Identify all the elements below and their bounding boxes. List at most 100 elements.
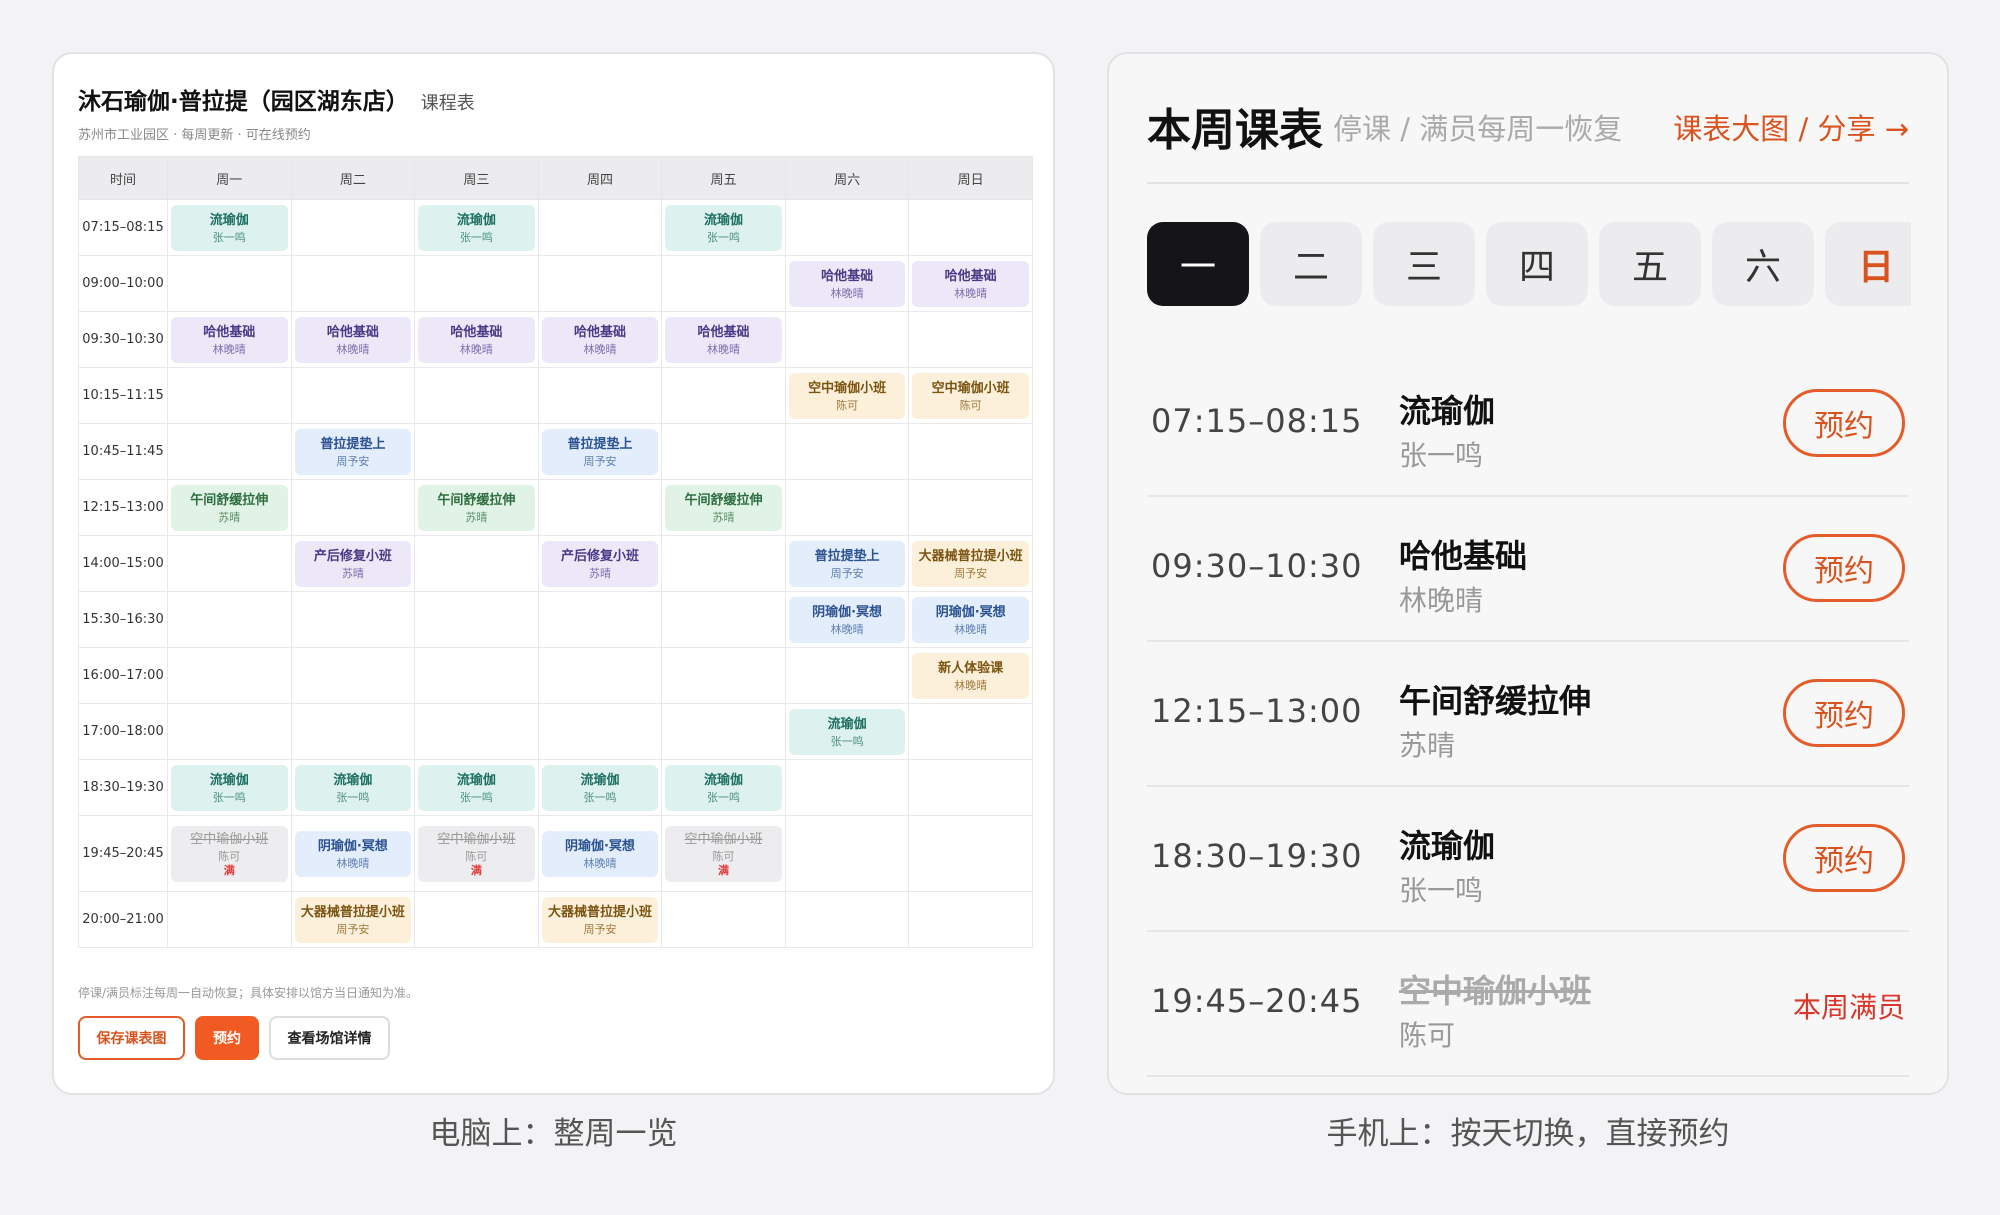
class-card-full[interactable]: 空中瑜伽小班 陈可满 [171,825,288,882]
class-name: 阴瑜伽·冥想 [935,604,1006,620]
schedule-cell: 空中瑜伽小班 陈可 [908,367,1033,424]
time-slot-label: 12:15–13:00 [78,479,168,536]
schedule-cell [167,423,292,480]
class-card[interactable]: 阴瑜伽·冥想 林晚晴 [788,596,906,643]
class-card[interactable]: 阴瑜伽·冥想 林晚晴 [294,830,412,877]
class-card[interactable]: 流瑜伽 张一鸣 [665,764,782,811]
class-card[interactable]: 哈他基础 林晚晴 [418,316,535,363]
tab-day[interactable]: 日 [1825,222,1911,306]
tab-day[interactable]: 六 [1712,222,1814,306]
class-card[interactable]: 流瑜伽 张一鸣 [171,204,288,251]
book-button[interactable]: 预约 [195,1016,259,1060]
schedule-cell [661,703,786,760]
view-venue-details-button[interactable]: 查看场馆详情 [269,1016,390,1060]
schedule-cell: 产后修复小班 苏晴 [537,535,663,592]
class-card[interactable]: 大器械普拉提小班 周予安 [294,896,412,943]
class-list-item: 12:15–13:00 午间舒缓拉伸 苏晴 预约 [1147,642,1909,787]
class-teacher: 林晚晴 [336,856,370,870]
class-teacher: 周予安 [583,454,617,468]
column-header-day: 周四 [537,156,663,200]
schedule-cell [414,703,539,760]
class-card[interactable]: 哈他基础 林晚晴 [665,316,782,363]
class-card[interactable]: 哈他基础 林晚晴 [788,260,906,307]
share-schedule-link[interactable]: 课表大图 / 分享 → [1673,106,1909,148]
class-card[interactable]: 普拉提垫上 周予安 [788,540,906,587]
book-button[interactable]: 预约 [1783,824,1905,892]
class-name: 阴瑜伽·冥想 [317,838,388,854]
tab-day[interactable]: 二 [1260,222,1362,306]
schedule-cell: 空中瑜伽小班 陈可 [784,367,910,424]
class-card[interactable]: 哈他基础 林晚晴 [912,260,1029,307]
class-card[interactable]: 流瑜伽 张一鸣 [418,204,535,251]
class-card[interactable]: 流瑜伽 张一鸣 [294,764,412,811]
class-card[interactable]: 哈他基础 林晚晴 [294,316,412,363]
class-card-full[interactable]: 空中瑜伽小班 陈可满 [665,825,782,882]
class-card[interactable]: 大器械普拉提小班 周予安 [541,896,659,943]
schedule-cell: 流瑜伽 张一鸣 [661,759,786,816]
schedule-row: 12:15–13:00 午间舒缓拉伸 苏晴 午间舒缓拉伸 苏晴 午间舒缓拉伸 苏晴 [78,479,1033,536]
class-list-item: 07:15–08:15 流瑜伽 张一鸣 预约 [1147,352,1909,497]
full-badge: 满 [718,863,730,877]
class-card[interactable]: 流瑜伽 张一鸣 [171,764,288,811]
class-card[interactable]: 普拉提垫上 周予安 [541,428,659,475]
class-card[interactable]: 哈他基础 林晚晴 [171,316,288,363]
class-name: 午间舒缓拉伸 [190,492,269,508]
class-card[interactable]: 产后修复小班 苏晴 [294,540,412,587]
class-card[interactable]: 午间舒缓拉伸 苏晴 [171,484,288,531]
time-slot-label: 09:00–10:00 [78,255,168,312]
class-card[interactable]: 新人体验课 林晚晴 [912,652,1029,699]
schedule-cell [784,759,910,816]
class-card[interactable]: 空中瑜伽小班 陈可 [912,372,1029,419]
schedule-cell: 阴瑜伽·冥想 林晚晴 [784,591,910,648]
book-button[interactable]: 预约 [1783,389,1905,457]
class-card[interactable]: 流瑜伽 张一鸣 [788,708,906,755]
class-name: 流瑜伽 [209,212,249,228]
class-name: 大器械普拉提小班 [300,904,405,920]
time-slot-label: 09:30–10:30 [78,311,168,368]
schedule-cell: 大器械普拉提小班 周予安 [290,891,416,948]
tab-day[interactable]: 五 [1599,222,1701,306]
class-card[interactable]: 阴瑜伽·冥想 林晚晴 [912,596,1029,643]
schedule-row: 17:00–18:00 流瑜伽 张一鸣 [78,703,1033,760]
schedule-cell: 哈他基础 林晚晴 [661,311,786,368]
class-card[interactable]: 空中瑜伽小班 陈可 [788,372,906,419]
class-card[interactable]: 午间舒缓拉伸 苏晴 [418,484,535,531]
class-card[interactable]: 产后修复小班 苏晴 [541,540,659,587]
time-slot-label: 10:15–11:15 [78,367,168,424]
class-teacher: 张一鸣 [1399,874,1484,907]
class-card[interactable]: 阴瑜伽·冥想 林晚晴 [541,830,659,877]
tab-day[interactable]: 四 [1486,222,1588,306]
book-button[interactable]: 预约 [1783,679,1905,747]
schedule-cell [414,647,539,704]
schedule-cell [661,535,786,592]
class-card[interactable]: 普拉提垫上 周予安 [294,428,412,475]
schedule-cell: 流瑜伽 张一鸣 [661,199,786,256]
class-card[interactable]: 午间舒缓拉伸 苏晴 [665,484,782,531]
class-list-item: 18:30–19:30 流瑜伽 张一鸣 预约 [1147,787,1909,932]
tab-day[interactable]: 一 [1147,222,1249,306]
schedule-cell [908,759,1033,816]
schedule-cell [414,535,539,592]
class-card[interactable]: 流瑜伽 张一鸣 [541,764,659,811]
schedule-cell [537,479,663,536]
schedule-cell [167,591,292,648]
class-list-item: 19:45–20:45 空中瑜伽小班 陈可 本周满员 [1147,932,1909,1077]
class-card[interactable]: 流瑜伽 张一鸣 [665,204,782,251]
class-teacher: 苏晴 [218,510,241,524]
class-teacher: 陈可 [712,849,735,863]
class-name: 流瑜伽 [456,212,496,228]
schedule-cell: 产后修复小班 苏晴 [290,535,416,592]
class-card[interactable]: 大器械普拉提小班 周予安 [912,540,1029,587]
class-name: 普拉提垫上 [567,436,633,452]
save-schedule-image-button[interactable]: 保存课表图 [78,1016,185,1060]
class-card-full[interactable]: 空中瑜伽小班 陈可满 [418,825,535,882]
schedule-cell [661,367,786,424]
book-button[interactable]: 预约 [1783,534,1905,602]
tab-day[interactable]: 三 [1373,222,1475,306]
class-teacher: 林晚晴 [212,342,246,356]
class-card[interactable]: 哈他基础 林晚晴 [541,316,659,363]
class-card[interactable]: 流瑜伽 张一鸣 [418,764,535,811]
schedule-cell: 普拉提垫上 周予安 [290,423,416,480]
schedule-cell [290,479,416,536]
class-name: 新人体验课 [938,660,1004,676]
